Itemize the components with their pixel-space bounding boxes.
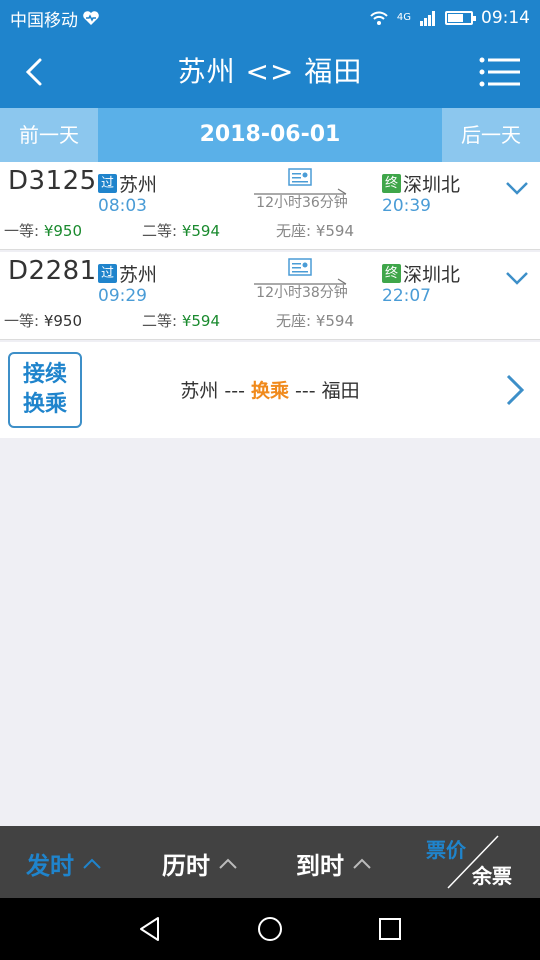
chevron-right-icon[interactable] (504, 372, 526, 408)
chevron-down-icon[interactable] (504, 178, 530, 198)
battery-icon (445, 11, 476, 25)
departure-station: 过 苏州 (98, 170, 157, 197)
train-row[interactable]: D2281 过 苏州 09:29 12小时38分钟 终 深圳北 22:07 一等… (0, 252, 540, 340)
arrival-time: 22:07 (382, 286, 431, 306)
home-circle-icon[interactable] (256, 915, 284, 943)
second-class-value: ¥594 (181, 312, 221, 330)
caret-up-icon (83, 858, 101, 869)
first-class-label: 一等: (4, 222, 40, 240)
date-bar: 前一天 2018-06-01 后一天 (0, 108, 540, 162)
sort-by-departure[interactable]: 发时 (26, 846, 102, 881)
first-class-price: 一等: ¥950 (4, 220, 82, 241)
no-seat-price: 无座: ¥594 (276, 222, 354, 240)
first-class-label: 一等: (4, 312, 40, 330)
clock-label: 09:14 (481, 8, 530, 28)
first-class-value: ¥950 (43, 312, 83, 330)
back-triangle-icon[interactable] (136, 915, 164, 943)
sort-duration-label: 历时 (162, 852, 210, 880)
transfer-route: 苏州 --- 换乘 --- 福田 (0, 376, 540, 403)
departure-time: 09:29 (98, 286, 147, 306)
previous-day-button[interactable]: 前一天 (0, 108, 98, 162)
chevron-down-icon[interactable] (504, 268, 530, 288)
second-class-price: 二等: ¥594 (142, 310, 220, 331)
remaining-toggle-label: 余票 (472, 864, 512, 888)
selected-date[interactable]: 2018-06-01 (98, 108, 442, 162)
system-nav-bar (0, 898, 540, 960)
menu-icon[interactable] (478, 54, 522, 90)
route-title: 苏州 <> 福田 (177, 55, 363, 88)
arrival-station-name: 深圳北 (403, 174, 461, 196)
recents-square-icon[interactable] (376, 915, 404, 943)
terminal-badge: 终 (382, 174, 401, 193)
caret-up-icon (219, 858, 237, 869)
route-separator: --- (289, 380, 322, 402)
pass-through-badge: 过 (98, 174, 117, 193)
transfer-destination: 福田 (321, 380, 360, 402)
status-bar: 中国移动 4G 09:14 (0, 0, 540, 36)
train-row[interactable]: D3125 过 苏州 08:03 12小时36分钟 终 深圳北 20:39 一等… (0, 162, 540, 250)
seat-prices: 一等: ¥950 二等: ¥594 无座: ¥594 (0, 310, 540, 336)
travel-duration: 12小时38分钟 (256, 285, 348, 301)
next-day-button[interactable]: 后一天 (442, 108, 540, 162)
arrival-station-name: 深圳北 (403, 264, 461, 286)
departure-station-name: 苏州 (119, 264, 158, 286)
ticket-icon (288, 168, 312, 186)
travel-duration: 12小时36分钟 (256, 195, 348, 211)
pass-through-badge: 过 (98, 264, 117, 283)
route-separator: --- (218, 380, 251, 402)
train-code: D3125 (8, 166, 97, 196)
network-type-label: 4G (396, 12, 411, 23)
transfer-origin: 苏州 (180, 380, 219, 402)
sort-by-duration[interactable]: 历时 (162, 846, 238, 881)
second-class-label: 二等: (142, 312, 178, 330)
no-seat-price: 无座: ¥594 (276, 312, 354, 330)
sort-arrival-label: 到时 (296, 852, 344, 880)
arrival-station: 终 深圳北 (382, 260, 460, 287)
carrier-label: 中国移动 (10, 10, 78, 31)
terminal-badge: 终 (382, 264, 401, 283)
heart-rate-icon (83, 11, 99, 25)
train-code: D2281 (8, 256, 97, 286)
departure-station: 过 苏州 (98, 260, 157, 287)
wifi-icon (370, 11, 388, 25)
seat-prices: 一等: ¥950 二等: ¥594 无座: ¥594 (0, 220, 540, 246)
second-class-value: ¥594 (181, 222, 221, 240)
caret-up-icon (353, 858, 371, 869)
first-class-price: 一等: ¥950 (4, 310, 82, 331)
first-class-value: ¥950 (43, 222, 83, 240)
arrival-time: 20:39 (382, 196, 431, 216)
signal-icon (420, 11, 435, 26)
transfer-option[interactable]: 接续 换乘 苏州 --- 换乘 --- 福田 (0, 342, 540, 438)
second-class-price: 二等: ¥594 (142, 220, 220, 241)
arrival-station: 终 深圳北 (382, 170, 460, 197)
ticket-icon (288, 258, 312, 276)
departure-time: 08:03 (98, 196, 147, 216)
sort-departure-label: 发时 (26, 852, 74, 880)
app-header: 苏州 <> 福田 (0, 36, 540, 108)
departure-station-name: 苏州 (119, 174, 158, 196)
transfer-middle: 换乘 (250, 380, 289, 402)
sort-bar: 发时 历时 到时 票价 余票 (0, 826, 540, 898)
sort-by-arrival[interactable]: 到时 (296, 846, 372, 881)
second-class-label: 二等: (142, 222, 178, 240)
